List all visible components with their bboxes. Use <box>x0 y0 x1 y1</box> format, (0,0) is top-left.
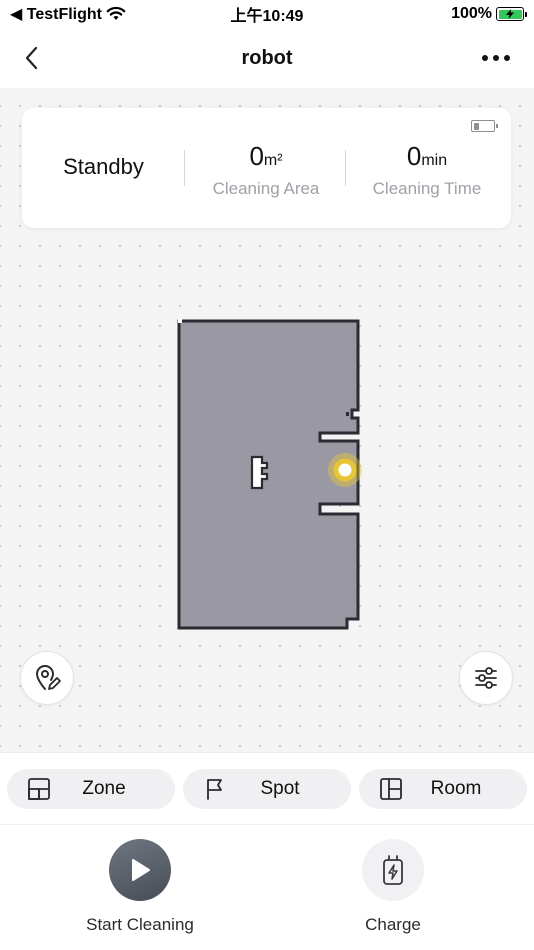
zone-button[interactable]: Zone <box>7 769 175 809</box>
room-label: Room <box>430 778 482 799</box>
play-icon <box>132 859 150 881</box>
status-left: ◀ TestFlight <box>10 4 126 24</box>
more-dot-icon <box>504 55 510 61</box>
nav-bar: robot <box>0 28 534 88</box>
robot-state: Standby <box>63 154 144 179</box>
cleaning-area-value: 0 <box>249 141 264 171</box>
wifi-icon <box>106 6 126 20</box>
cleaning-time-unit: min <box>421 152 448 169</box>
carrier-label: ◀ TestFlight <box>10 6 102 23</box>
sliders-icon <box>475 667 497 689</box>
map-edit-button[interactable] <box>20 651 74 705</box>
cleaning-mode-bar: Zone Spot Room <box>0 752 534 824</box>
page-title: robot <box>241 46 293 69</box>
status-card: Standby 0m² Cleaning Area 0min Cleaning … <box>22 108 511 228</box>
more-options-button[interactable] <box>478 44 514 72</box>
action-bar: Start Cleaning Charge <box>0 824 534 950</box>
start-cleaning-button[interactable]: Start Cleaning <box>50 839 230 935</box>
map-settings-button[interactable] <box>459 651 513 705</box>
robot-battery-icon <box>471 120 498 132</box>
map-pin-edit-icon <box>35 665 61 690</box>
status-right: 100% <box>451 5 527 23</box>
battery-percent: 100% <box>451 5 492 22</box>
more-dot-icon <box>482 55 488 61</box>
start-cleaning-circle[interactable] <box>109 839 171 901</box>
zone-label: Zone <box>82 778 126 799</box>
cleaning-time-metric: 0min Cleaning Time <box>346 140 508 199</box>
obstacle-mark <box>178 319 182 323</box>
battery-charging-icon <box>496 7 527 21</box>
cleaning-area-metric: 0m² Cleaning Area <box>185 140 347 199</box>
cleaning-time-label: Cleaning Time <box>372 179 482 198</box>
spot-label: Spot <box>260 778 300 799</box>
charge-circle[interactable] <box>362 839 424 901</box>
cleaning-time-value-row: 0min <box>346 140 508 177</box>
charge-button[interactable]: Charge <box>303 839 483 935</box>
start-cleaning-label: Start Cleaning <box>86 915 194 934</box>
room-button[interactable]: Room <box>359 769 527 809</box>
charge-label: Charge <box>365 915 421 934</box>
back-button[interactable] <box>18 44 46 72</box>
status-bar: ◀ TestFlight 上午10:49 100% <box>0 0 534 28</box>
cleaning-time-value: 0 <box>406 141 422 171</box>
cleaning-area-unit: m² <box>263 152 283 169</box>
spot-button[interactable]: Spot <box>183 769 351 809</box>
more-dot-icon <box>493 55 499 61</box>
obstacle-mark <box>346 412 349 416</box>
charge-dock-icon <box>383 855 403 885</box>
robot-position-center <box>338 463 352 477</box>
chevron-left-icon <box>25 46 38 70</box>
cleaning-area-value-row: 0m² <box>185 140 347 177</box>
cleaning-area-label: Cleaning Area <box>212 179 320 198</box>
